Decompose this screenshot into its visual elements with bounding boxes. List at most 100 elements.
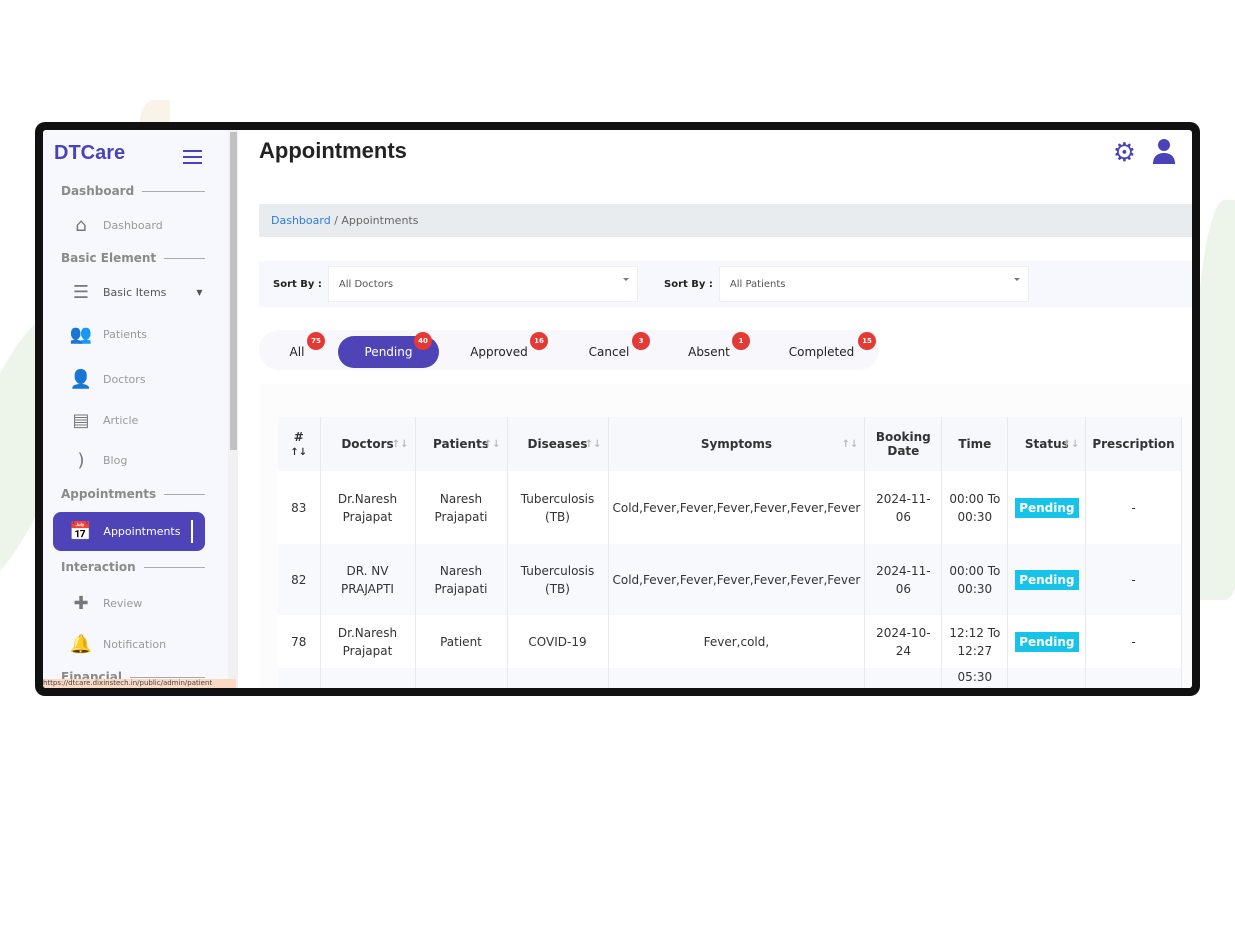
breadcrumb-current: Appointments bbox=[341, 214, 419, 227]
sliders-icon: ☰ bbox=[72, 281, 90, 303]
col-symptoms[interactable]: Symptoms ↑↓ bbox=[608, 417, 866, 471]
section-basic-element: Basic Element bbox=[61, 251, 205, 265]
section-appointments: Appointments bbox=[61, 487, 205, 501]
cell-disease: Tuberculosis (TB) bbox=[507, 544, 609, 615]
tab-all[interactable]: All 75 bbox=[277, 332, 325, 368]
doctor-select[interactable]: All Doctors bbox=[327, 266, 638, 302]
cell-prescription: - bbox=[1085, 615, 1182, 668]
sidebar-item-notification[interactable]: 🔔 Notification bbox=[69, 633, 166, 655]
count-badge: 1 bbox=[732, 332, 750, 350]
col-patients[interactable]: Patients ↑↓ bbox=[415, 417, 508, 471]
cell-time: 12:12 To 12:27 bbox=[941, 615, 1009, 668]
col-booking-date: Booking Date bbox=[864, 417, 943, 471]
tab-absent[interactable]: Absent 1 bbox=[684, 332, 750, 368]
cell-id bbox=[278, 668, 321, 688]
patient-select[interactable]: All Patients bbox=[718, 266, 1029, 302]
cell-booking-date: 2024-11-06 bbox=[864, 471, 943, 544]
cell-patient: Naresh Prajapati bbox=[415, 544, 508, 615]
sidebar: DTCare Dashboard ⌂ Dashboard Basic Elemen… bbox=[43, 130, 228, 688]
cell-doctor: Dr.Naresh Prajapat bbox=[320, 615, 416, 668]
sidebar-item-dashboard[interactable]: ⌂ Dashboard bbox=[69, 214, 162, 236]
tab-pending[interactable]: Pending 40 bbox=[338, 332, 439, 368]
cell-booking-date: 2024-11-06 bbox=[864, 544, 943, 615]
gear-icon[interactable]: ⚙ bbox=[1113, 138, 1136, 168]
status-badge: Pending bbox=[1015, 497, 1079, 518]
table-row[interactable]: 83 Dr.Naresh Prajapat Naresh Prajapati Tube… bbox=[278, 471, 1182, 544]
status-url: https://dtcare.dixinstech.in/public/admi… bbox=[43, 679, 236, 688]
col-diseases[interactable]: Diseases ↑↓ bbox=[507, 417, 609, 471]
count-badge: 3 bbox=[632, 332, 650, 350]
cell-id: 78 bbox=[278, 615, 321, 668]
sidebar-item-review[interactable]: ✚ Review bbox=[69, 592, 142, 614]
cell-booking-date bbox=[864, 668, 943, 688]
user-icon[interactable] bbox=[1152, 138, 1176, 164]
cell-patient: Naresh Prajapati bbox=[415, 471, 508, 544]
cell-id: 82 bbox=[278, 544, 321, 615]
sort-label: Sort By : bbox=[664, 278, 713, 290]
home-icon: ⌂ bbox=[75, 214, 87, 236]
breadcrumb-dashboard[interactable]: Dashboard bbox=[271, 214, 331, 227]
sidebar-item-appointments[interactable]: 📅 Appointments bbox=[53, 512, 205, 551]
book-icon: ▤ bbox=[72, 409, 90, 431]
cell-doctor: DR. NV PRAJAPTI bbox=[320, 544, 416, 615]
cell-status: Pending bbox=[1007, 615, 1087, 668]
cell-symptoms: Cold,Fever,Fever,Fever,Fever,Fever,Fever bbox=[608, 544, 866, 615]
sidebar-item-doctors[interactable]: 👤 Doctors bbox=[69, 369, 146, 390]
section-dashboard: Dashboard bbox=[61, 184, 205, 198]
tab-approved[interactable]: Approved 16 bbox=[464, 332, 548, 368]
cell-symptoms: Fever,cold, bbox=[608, 615, 866, 668]
col-id[interactable]: # ↑↓ bbox=[278, 417, 321, 471]
count-badge: 15 bbox=[858, 332, 876, 350]
breadcrumb: Dashboard / Appointments bbox=[259, 204, 1192, 237]
table-row[interactable]: 78 Dr.Naresh Prajapat Patient COVID-19 Fever… bbox=[278, 615, 1182, 668]
sidebar-item-blog[interactable]: ) Blog bbox=[69, 449, 127, 471]
sidebar-item-patients[interactable]: 👥 Patients bbox=[69, 323, 147, 345]
col-doctors[interactable]: Doctors ↑↓ bbox=[320, 417, 416, 471]
sidebar-item-article[interactable]: ▤ Article bbox=[69, 409, 138, 431]
device-frame: DTCare Dashboard ⌂ Dashboard Basic Elemen… bbox=[35, 122, 1200, 696]
cell-id: 83 bbox=[278, 471, 321, 544]
caret-down-icon: ▼ bbox=[196, 287, 203, 297]
appointments-table: # ↑↓ Doctors ↑↓ Patients ↑↓ Diseases ↑↓ Sym… bbox=[278, 417, 1182, 688]
cell-disease bbox=[507, 668, 609, 688]
page-title: Appointments bbox=[259, 138, 407, 163]
cell-status: Pending bbox=[1007, 544, 1087, 615]
count-badge: 16 bbox=[530, 332, 548, 350]
cell-time: 00:00 To 00:30 bbox=[941, 544, 1009, 615]
sidebar-scrollbar[interactable] bbox=[228, 130, 238, 688]
cell-symptoms: Cold,Fever,Fever,Fever,Fever,Fever,Fever bbox=[608, 471, 866, 544]
section-interaction: Interaction bbox=[61, 560, 205, 574]
cell-disease: Tuberculosis (TB) bbox=[507, 471, 609, 544]
sidebar-item-basic-items[interactable]: ☰ Basic Items ▼ bbox=[69, 281, 203, 303]
sort-label: Sort By : bbox=[273, 278, 322, 290]
cell-status: Pending bbox=[1007, 471, 1087, 544]
review-icon: ✚ bbox=[73, 592, 89, 614]
cell-patient bbox=[415, 668, 508, 688]
col-status[interactable]: Status ↑↓ bbox=[1007, 417, 1087, 471]
cell-symptoms bbox=[608, 668, 866, 688]
tab-completed[interactable]: Completed 15 bbox=[784, 332, 876, 368]
table-row[interactable]: 05:30 bbox=[278, 668, 1182, 688]
cell-prescription: - bbox=[1085, 544, 1182, 615]
tab-cancel[interactable]: Cancel 3 bbox=[584, 332, 650, 368]
bell-icon: 🔔 bbox=[69, 633, 93, 655]
cell-patient: Patient bbox=[415, 615, 508, 668]
users-icon: 👥 bbox=[69, 323, 93, 345]
status-badge: Pending bbox=[1015, 569, 1079, 590]
blog-icon: ) bbox=[77, 449, 85, 471]
cell-booking-date: 2024-10-24 bbox=[864, 615, 943, 668]
count-badge: 40 bbox=[414, 332, 432, 350]
cell-prescription: - bbox=[1085, 471, 1182, 544]
logo: DTCare bbox=[54, 142, 126, 164]
table-row[interactable]: 82 DR. NV PRAJAPTI Naresh Prajapati Tubercu… bbox=[278, 544, 1182, 615]
cell-time: 00:00 To 00:30 bbox=[941, 471, 1009, 544]
cell-status bbox=[1007, 668, 1087, 688]
cell-doctor bbox=[320, 668, 416, 688]
cell-disease: COVID-19 bbox=[507, 615, 609, 668]
cell-time: 05:30 bbox=[941, 668, 1009, 688]
menu-icon[interactable] bbox=[183, 150, 202, 168]
cell-prescription bbox=[1085, 668, 1182, 688]
col-time: Time bbox=[941, 417, 1009, 471]
count-badge: 75 bbox=[307, 332, 325, 350]
cell-doctor: Dr.Naresh Prajapat bbox=[320, 471, 416, 544]
